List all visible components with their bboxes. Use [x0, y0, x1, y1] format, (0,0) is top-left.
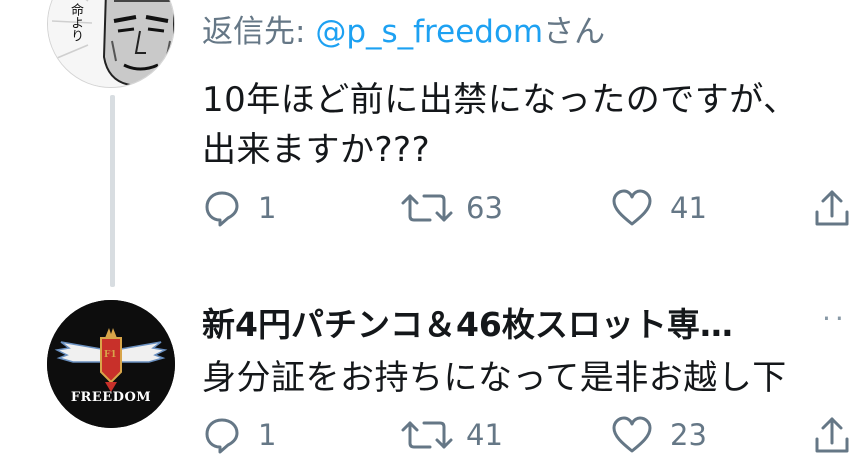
reply-icon — [205, 191, 239, 227]
retweet-count: 63 — [466, 191, 503, 225]
reply-icon — [205, 418, 239, 454]
like-count: 41 — [670, 191, 707, 225]
avatar-vertical-text: 命より — [68, 3, 83, 42]
reply-suffix: さん — [543, 14, 606, 50]
display-name-link[interactable]: 新4円パチンコ＆46枚スロット専… — [202, 305, 733, 344]
share-button[interactable] — [812, 186, 852, 230]
heart-icon — [612, 189, 652, 226]
thread-connector-line — [110, 95, 115, 287]
avatar[interactable]: F1 FREEDOM — [47, 300, 175, 428]
reply-button[interactable]: 1 — [202, 413, 276, 457]
retweet-button[interactable]: 41 — [400, 413, 503, 457]
reply-count: 1 — [258, 191, 277, 225]
retweet-icon — [401, 194, 453, 222]
reply-prefix: 返信先: — [202, 14, 316, 50]
freedom-logo-image — [47, 300, 175, 428]
avatar-brand-text: FREEDOM — [70, 390, 152, 405]
reply-count: 1 — [258, 418, 277, 452]
retweet-icon — [401, 421, 453, 449]
reply-to-line: 返信先: @p_s_freedomさん — [202, 6, 605, 51]
more-options-icon[interactable]: ·· — [822, 302, 848, 335]
reply-button[interactable]: 1 — [202, 186, 276, 230]
avatar[interactable]: 命より — [47, 0, 175, 88]
share-icon — [815, 417, 849, 453]
like-button[interactable]: 23 — [610, 413, 707, 457]
retweet-button[interactable]: 63 — [400, 186, 503, 230]
share-icon — [815, 190, 849, 226]
share-button[interactable] — [812, 413, 852, 457]
tweet-header: 新4円パチンコ＆46枚スロット専… — [202, 298, 733, 346]
like-button[interactable]: 41 — [610, 186, 707, 230]
retweet-count: 41 — [466, 418, 503, 452]
avatar-badge: F1 — [104, 350, 117, 360]
tweet-text-line: 10年ほど前に出禁になったのですが、 — [202, 80, 798, 120]
like-count: 23 — [670, 418, 707, 452]
heart-icon — [612, 416, 652, 453]
tweet-text-line: 出来ますか??? — [202, 130, 431, 170]
tweet-text-line: 身分証をお持ちになって是非お越し下 — [202, 358, 787, 398]
reply-mention-link[interactable]: @p_s_freedom — [315, 14, 543, 50]
timeline: 命より 返信先: @p_s_freedomさん 10年ほど前に出禁になったのです… — [0, 0, 855, 458]
